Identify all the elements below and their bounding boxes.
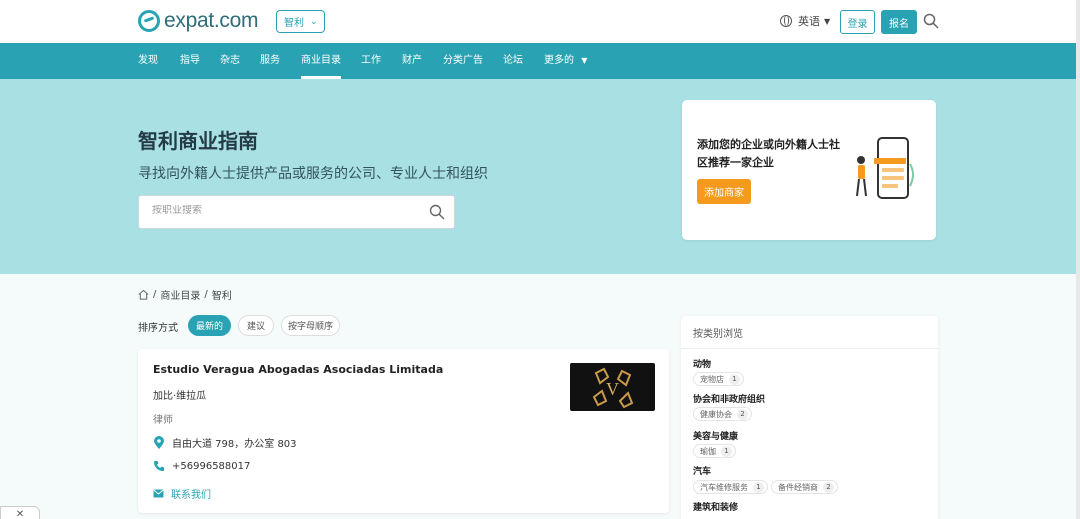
sidebar-tag-car-repair[interactable]: 汽车维修服务 1 xyxy=(693,480,768,494)
sort-option-recommended[interactable]: 建议 xyxy=(238,315,274,336)
business-phone-row[interactable]: +56996588017 xyxy=(153,460,250,472)
nav-item-business-directory[interactable]: 商业目录 xyxy=(301,43,341,79)
close-icon[interactable]: ✕ xyxy=(0,506,40,519)
phone-illustration-icon xyxy=(856,137,914,199)
search-icon[interactable] xyxy=(923,13,939,29)
tag-label: 汽车维修服务 xyxy=(700,482,748,492)
tag-count: 1 xyxy=(721,445,732,457)
business-search-box xyxy=(138,195,455,229)
language-label: 英语 xyxy=(798,15,820,28)
search-icon[interactable] xyxy=(429,204,445,220)
tag-count: 2 xyxy=(823,481,834,493)
sidebar-category-animals[interactable]: 动物 xyxy=(693,357,711,370)
sidebar-tag-pet-shop[interactable]: 宠物店 1 xyxy=(693,372,744,386)
add-business-card: 添加您的企业或向外籍人士社区推荐一家企业 添加商家 xyxy=(682,100,936,240)
business-logo-letter: V xyxy=(606,379,619,399)
tag-count: 2 xyxy=(737,408,748,420)
country-select[interactable]: 智利 ⌄ xyxy=(276,10,325,33)
add-business-text: 添加您的企业或向外籍人士社区推荐一家企业 xyxy=(697,138,840,169)
business-address-row: 自由大道 798，办公室 803 xyxy=(153,435,297,450)
add-business-button[interactable]: 添加商家 xyxy=(697,179,751,204)
breadcrumb-separator: / xyxy=(204,289,208,300)
business-category: 律师 xyxy=(153,415,173,426)
site-logo[interactable]: expat.com xyxy=(138,8,258,34)
sort-option-newest[interactable]: 最新的 xyxy=(188,315,231,336)
breadcrumb-item-directory[interactable]: 商业目录 xyxy=(160,287,200,302)
business-search-input[interactable] xyxy=(152,205,422,216)
envelope-icon xyxy=(153,489,164,498)
nav-item-services[interactable]: 服务 xyxy=(260,43,280,79)
chevron-down-icon: ▼ xyxy=(824,16,831,26)
nav-item-property[interactable]: 财产 xyxy=(402,43,422,79)
category-sidebar: 按类别浏览 动物 宠物店 1 协会和非政府组织 健康协会 2 美容与健康 瑜伽 … xyxy=(681,316,938,519)
business-address: 自由大道 798，办公室 803 xyxy=(172,439,297,450)
main-nav: 发现 指导 杂志 服务 商业目录 工作 财产 分类广告 论坛 更多的 ▼ xyxy=(0,43,1080,79)
page-title: 智利商业指南 xyxy=(138,129,258,153)
country-select-value: 智利 xyxy=(284,18,304,29)
contact-us-link[interactable]: 联系我们 xyxy=(153,486,211,501)
nav-item-discover[interactable]: 发现 xyxy=(138,43,158,79)
business-phone: +56996588017 xyxy=(172,460,251,472)
business-city: 加比·维拉瓜 xyxy=(153,391,207,402)
tag-label: 健康协会 xyxy=(700,409,732,419)
breadcrumb: / 商业目录 / 智利 xyxy=(138,287,232,302)
sidebar-tag-yoga[interactable]: 瑜伽 1 xyxy=(693,444,736,458)
nav-item-guide[interactable]: 指导 xyxy=(180,43,200,79)
breadcrumb-separator: / xyxy=(153,289,157,300)
contact-us-label: 联系我们 xyxy=(171,490,211,501)
location-pin-icon xyxy=(154,435,164,449)
globe-icon xyxy=(780,15,792,27)
sidebar-category-construction[interactable]: 建筑和装修 xyxy=(693,500,738,513)
tag-count: 1 xyxy=(729,373,740,385)
signup-button[interactable]: 报名 xyxy=(881,10,917,34)
chevron-down-icon: ⌄ xyxy=(310,16,318,27)
page-subtitle: 寻找向外籍人士提供产品或服务的公司、专业人士和组织 xyxy=(138,166,488,182)
sidebar-category-automotive[interactable]: 汽车 xyxy=(693,464,711,477)
breadcrumb-item-country: 智利 xyxy=(211,291,232,302)
login-button[interactable]: 登录 xyxy=(840,10,875,34)
sidebar-tag-health-association[interactable]: 健康协会 2 xyxy=(693,407,752,421)
nav-item-more[interactable]: 更多的 ▼ xyxy=(544,43,587,79)
nav-item-magazine[interactable]: 杂志 xyxy=(220,43,240,79)
home-icon[interactable] xyxy=(138,289,149,300)
tag-label: 备件经销商 xyxy=(778,482,818,492)
nav-item-jobs[interactable]: 工作 xyxy=(361,43,381,79)
business-name[interactable]: Estudio Veragua Abogadas Asociadas Limit… xyxy=(153,363,443,376)
sort-option-alphabetical[interactable]: 按字母顺序 xyxy=(281,315,340,336)
sort-label: 排序方式 xyxy=(138,323,178,334)
language-select[interactable]: 英语 ▼ xyxy=(780,13,830,29)
logo-text: expat.com xyxy=(164,9,259,32)
divider xyxy=(681,348,938,349)
business-logo[interactable]: V xyxy=(570,363,655,411)
tag-label: 瑜伽 xyxy=(700,446,716,456)
nav-item-forum[interactable]: 论坛 xyxy=(503,43,523,79)
nav-item-more-label: 更多的 xyxy=(544,55,574,66)
sidebar-category-beauty-health[interactable]: 美容与健康 xyxy=(693,429,738,442)
scrollbar[interactable] xyxy=(1076,0,1080,519)
sidebar-tag-spare-parts[interactable]: 备件经销商 2 xyxy=(771,480,838,494)
sidebar-title: 按类别浏览 xyxy=(693,329,743,340)
sidebar-category-associations[interactable]: 协会和非政府组织 xyxy=(693,392,765,405)
business-logo-graphic: V xyxy=(592,367,634,409)
business-listing-card[interactable]: Estudio Veragua Abogadas Asociadas Limit… xyxy=(138,349,669,513)
tag-count: 1 xyxy=(753,481,764,493)
nav-item-classifieds[interactable]: 分类广告 xyxy=(443,43,483,79)
top-header: expat.com 智利 ⌄ 英语 ▼ 登录 报名 xyxy=(0,0,1080,43)
chevron-down-icon: ▼ xyxy=(581,56,588,65)
phone-icon xyxy=(154,461,164,471)
tag-label: 宠物店 xyxy=(700,374,724,384)
logo-icon xyxy=(138,10,160,32)
